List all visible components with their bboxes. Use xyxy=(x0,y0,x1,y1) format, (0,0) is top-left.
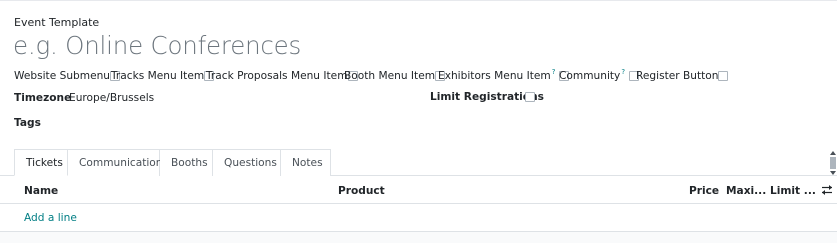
flag-register-button: Register Button xyxy=(636,70,729,82)
register-button-checkbox[interactable] xyxy=(718,71,729,81)
flag-label: Tracks Menu Item xyxy=(111,70,205,82)
flag-community: Community ? xyxy=(559,68,640,82)
flag-booth-menu-item: Booth Menu Item xyxy=(344,70,446,82)
column-product[interactable]: Product xyxy=(338,185,385,197)
flag-label: Booth Menu Item xyxy=(344,70,436,82)
top-divider xyxy=(0,0,837,1)
flag-website-submenu: Website Submenu xyxy=(14,70,121,82)
tab-booths[interactable]: Booths xyxy=(160,149,213,176)
flag-label: Exhibitors Menu Item xyxy=(438,70,551,82)
scroll-thumb[interactable] xyxy=(830,157,836,169)
flag-label: Register Button xyxy=(636,70,719,82)
event-template-label: Event Template xyxy=(14,16,100,29)
column-price[interactable]: Price xyxy=(689,185,719,197)
flag-label: Track Proposals Menu Item xyxy=(206,70,348,82)
template-name-input[interactable]: e.g. Online Conferences xyxy=(13,31,301,60)
flag-label: Website Submenu xyxy=(14,70,111,82)
column-name[interactable]: Name xyxy=(24,185,58,197)
notebook-tabs: Tickets Communication Booths Questions N… xyxy=(14,149,331,176)
add-line-link[interactable]: Add a line xyxy=(24,212,77,224)
table-footer-band xyxy=(0,232,837,243)
flag-track-proposals-menu-item: Track Proposals Menu Item xyxy=(206,70,358,82)
tab-tickets[interactable]: Tickets xyxy=(14,149,68,176)
tab-communication[interactable]: Communication xyxy=(68,149,163,176)
timezone-select[interactable]: Europe/Brussels xyxy=(69,92,154,104)
column-maximum[interactable]: Maxi... xyxy=(726,185,766,197)
flag-exhibitors-menu-item: Exhibitors Menu Item ? xyxy=(438,68,570,82)
tickets-table-header: Name Product Price Maxi... Limit ... xyxy=(0,177,837,204)
flag-tracks-menu-item: Tracks Menu Item xyxy=(111,70,215,82)
flag-label: Community xyxy=(559,70,621,82)
help-tooltip-icon[interactable]: ? xyxy=(621,68,625,76)
tab-notes[interactable]: Notes xyxy=(281,149,331,176)
tags-label: Tags xyxy=(14,117,41,129)
scroll-down-icon[interactable] xyxy=(830,171,836,175)
help-tooltip-icon[interactable]: ? xyxy=(552,68,556,76)
scroll-up-icon[interactable] xyxy=(830,151,836,155)
tabs-scrollbar[interactable] xyxy=(829,151,837,175)
limit-registrations-checkbox[interactable] xyxy=(525,92,535,102)
sliders-icon[interactable] xyxy=(821,184,833,196)
timezone-label: Timezone xyxy=(14,92,72,104)
tab-questions[interactable]: Questions xyxy=(213,149,281,176)
column-limit[interactable]: Limit ... xyxy=(770,185,816,197)
